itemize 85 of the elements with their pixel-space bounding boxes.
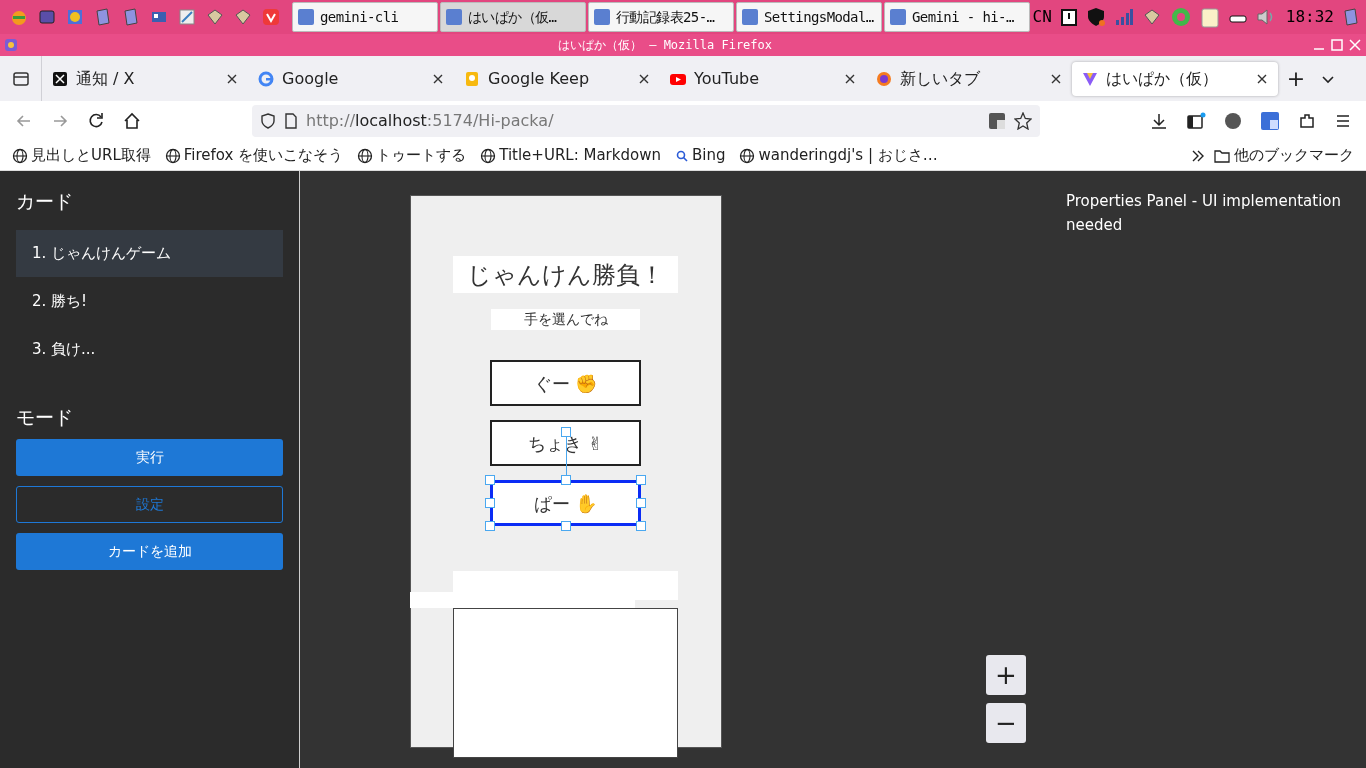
rotate-handle-line[interactable]: [565, 437, 567, 475]
close-icon[interactable]: [638, 72, 650, 85]
window-title: はいぱか（仮） — Mozilla Firefox: [556, 37, 773, 54]
taskbar-button[interactable]: 行動記録表25-…: [588, 2, 734, 32]
close-icon[interactable]: [1256, 72, 1268, 85]
alert-icon[interactable]: [1059, 7, 1078, 27]
canvas-heading: じゃんけん勝負！: [453, 256, 678, 293]
clock: 18:32: [1285, 6, 1334, 28]
shield-icon[interactable]: [260, 113, 276, 129]
url-bar[interactable]: http://localhost:5174/Hi-packa/: [252, 105, 1040, 137]
close-icon[interactable]: [844, 72, 856, 85]
resize-handle[interactable]: [636, 498, 646, 508]
globe-icon: [480, 147, 497, 164]
resize-handle[interactable]: [560, 521, 571, 531]
resize-handle[interactable]: [636, 475, 646, 485]
section-heading: カード: [16, 189, 74, 214]
browser-tab[interactable]: はいぱか（仮）: [1072, 61, 1278, 96]
properties-message: Properties Panel - UI implementation needed: [1066, 191, 1342, 236]
firefox-icon: [876, 70, 892, 87]
taskbar-button[interactable]: gemini-cli: [292, 2, 438, 32]
browser-tab[interactable]: Google Keep: [454, 56, 660, 101]
rotate-handle[interactable]: [560, 427, 571, 437]
vite-icon: [1082, 70, 1098, 87]
browser-tab[interactable]: YouTube: [660, 56, 866, 101]
card-list-item[interactable]: 1. じゃんけんゲーム: [16, 229, 283, 277]
section-heading: モード: [16, 404, 74, 430]
firefox-icon: [4, 38, 18, 52]
globe-icon: [357, 147, 374, 164]
mode-button[interactable]: カードを追加: [16, 533, 283, 570]
resize-handle[interactable]: [485, 498, 495, 508]
sidebar-icon[interactable]: [1186, 112, 1206, 130]
taskbar-button[interactable]: Gemini - hi-…: [884, 2, 1030, 32]
card-list-item[interactable]: 3. 負け...: [16, 325, 283, 373]
extensions-icon[interactable]: [1298, 112, 1316, 130]
taskbar-button[interactable]: SettingsModal…: [736, 2, 882, 32]
resize-handle[interactable]: [485, 521, 495, 531]
browser-tab[interactable]: Google: [248, 56, 454, 101]
download-icon[interactable]: [1150, 112, 1168, 130]
menu-icon[interactable]: [1334, 112, 1352, 130]
globe-icon: [12, 147, 28, 164]
bookmark[interactable]: wanderingdj's | おじさ…: [739, 144, 938, 167]
clipboard-icon[interactable]: [1199, 6, 1220, 28]
close-icon[interactable]: [226, 72, 238, 85]
keep-icon: [464, 70, 480, 87]
close-icon[interactable]: [432, 72, 444, 85]
bookmark[interactable]: トゥートする: [357, 144, 467, 167]
close-icon[interactable]: [1050, 72, 1062, 85]
tab-list-icon[interactable]: [11, 69, 30, 88]
x-logo-icon: [52, 70, 68, 87]
maximize-icon[interactable]: [1330, 38, 1344, 52]
bookmark[interactable]: 見出しとURL取得: [12, 144, 151, 167]
new-tab-button[interactable]: +: [1278, 62, 1314, 95]
card-list-item[interactable]: 2. 勝ち!: [16, 277, 283, 325]
vivaldi-icon[interactable]: [261, 7, 281, 27]
window-icon[interactable]: [37, 7, 57, 27]
keyboard-layout[interactable]: CN: [1032, 5, 1052, 29]
app-icon: [592, 7, 612, 27]
globe-icon: [739, 147, 756, 164]
star-icon[interactable]: [1014, 112, 1032, 130]
bookmark[interactable]: Title+URL: Markdown: [480, 144, 661, 167]
shield-icon[interactable]: [1085, 7, 1106, 27]
zoom-in-button[interactable]: +: [986, 655, 1026, 695]
zoom-out-button[interactable]: −: [986, 703, 1026, 743]
mode-button[interactable]: 実行: [16, 439, 283, 476]
home-icon[interactable]: [122, 111, 142, 131]
bookmark-folder[interactable]: 他のブックマーク: [1214, 144, 1354, 167]
search-icon: [674, 148, 689, 163]
resize-handle[interactable]: [560, 475, 571, 485]
browser-tab[interactable]: 通知 / X: [42, 56, 248, 101]
app-icon: [296, 7, 316, 27]
resize-handle[interactable]: [636, 521, 646, 531]
globe-icon: [164, 147, 181, 164]
app-icon: [444, 7, 464, 27]
app-icon: [888, 7, 908, 27]
avatar-icon[interactable]: [1224, 112, 1242, 130]
canvas-text: 手を選んでね: [491, 309, 640, 330]
url-text: http://localhost:5174/Hi-packa/: [306, 110, 555, 132]
taskbar-button[interactable]: はいぱか（仮…: [440, 2, 586, 32]
page-icon: [284, 113, 298, 129]
bookmark[interactable]: Bing: [674, 144, 726, 167]
bookmark[interactable]: Firefox を使いこなそう: [164, 144, 344, 167]
browser-tab[interactable]: 新しいタブ: [866, 56, 1072, 101]
app-icon: [740, 7, 760, 27]
resize-handle[interactable]: [485, 475, 495, 485]
google-icon: [258, 70, 274, 87]
